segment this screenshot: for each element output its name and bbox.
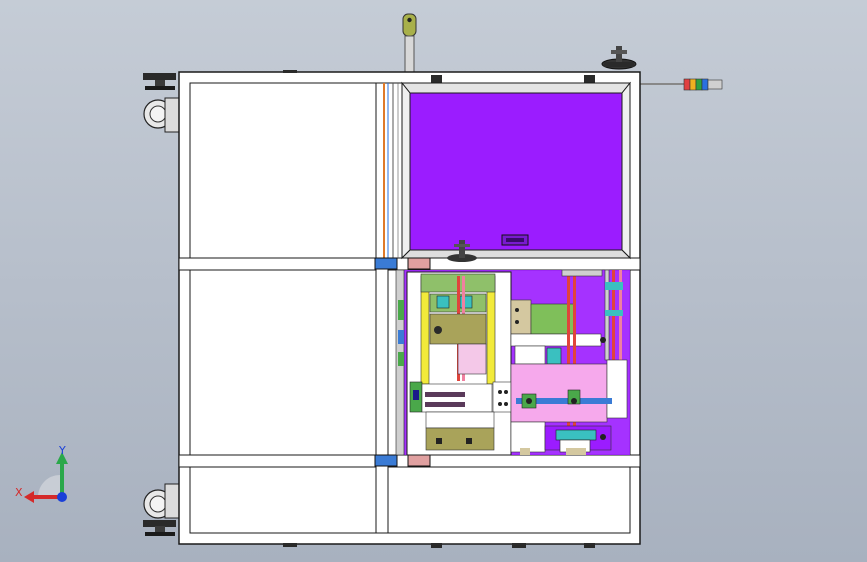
left-leveling-foot-top <box>143 73 176 90</box>
cad-viewport[interactable]: Y X <box>0 0 867 562</box>
left-caster-top <box>143 97 180 133</box>
top-lift-cylinder <box>402 13 417 75</box>
y-axis-label: Y <box>58 444 66 457</box>
z-axis-dot <box>57 492 67 502</box>
coordinate-triad: Y X <box>15 444 68 503</box>
left-caster-bottom <box>143 483 180 519</box>
x-axis-arrow <box>24 491 34 503</box>
signal-tower <box>639 78 723 91</box>
purple-access-panel <box>400 81 632 260</box>
x-axis-label: X <box>15 486 23 499</box>
mechanism-assembly <box>395 269 630 456</box>
top-handwheel <box>601 46 637 70</box>
left-leveling-foot-bottom <box>143 520 176 536</box>
